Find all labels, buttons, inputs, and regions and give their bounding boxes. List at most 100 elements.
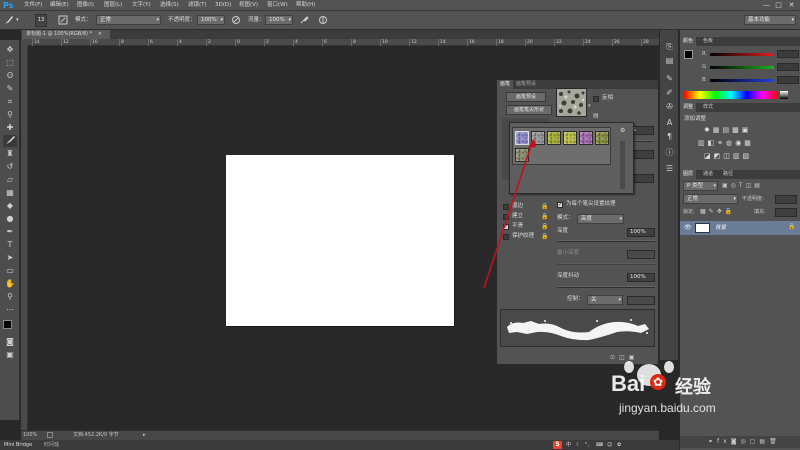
actions-panel-icon[interactable]: ▤ xyxy=(664,56,675,66)
pattern-swatch[interactable] xyxy=(595,131,609,145)
layer-kind-filter[interactable]: P 类型 ▾ xyxy=(683,181,718,191)
control-select[interactable]: 关 ▾ xyxy=(587,295,623,305)
menu-help[interactable]: 帮助(H) xyxy=(296,0,315,11)
menu-filter[interactable]: 滤镜(T) xyxy=(188,0,207,11)
adjust-icons-row-3[interactable]: ◪◩◫▥▧ xyxy=(704,152,784,160)
brush-presets-button[interactable]: 画笔预设 xyxy=(506,92,546,102)
minimize-button[interactable]: — xyxy=(762,1,771,10)
brush-presets-icon[interactable]: ✐ xyxy=(664,88,675,98)
menu-file[interactable]: 文件(F) xyxy=(24,0,42,11)
edit-toolbar-icon[interactable]: ⋯ xyxy=(3,304,17,316)
tab-channels[interactable]: 通道 xyxy=(700,170,716,179)
menu-window[interactable]: 窗口(W) xyxy=(267,0,288,11)
shape-tool-icon[interactable]: ▭ xyxy=(3,265,17,277)
tab-layers[interactable]: 图层 xyxy=(680,170,697,179)
tab-color[interactable]: 颜色 xyxy=(680,37,697,46)
min-depth-slider[interactable] xyxy=(557,263,655,265)
protect-texture-lock-icon[interactable]: 🔒 xyxy=(541,232,548,241)
mode-select[interactable]: 正常 ▾ xyxy=(96,15,161,25)
texture-dropdown-arrow-icon[interactable]: ▾ xyxy=(588,103,591,109)
tab-brush[interactable]: 画笔 xyxy=(497,80,514,89)
pattern-swatch[interactable] xyxy=(563,131,577,145)
depth-jitter-slider[interactable] xyxy=(557,286,655,288)
menu-edit[interactable]: 编辑(E) xyxy=(50,0,69,11)
texture-preview[interactable] xyxy=(556,88,587,117)
channel-input-g[interactable] xyxy=(777,63,799,71)
depth-jitter-input[interactable]: 100% xyxy=(627,273,655,282)
character-panel-icon[interactable]: A xyxy=(664,118,675,128)
history-brush-tool-icon[interactable]: ↺ xyxy=(3,161,17,173)
color-spectrum-bar[interactable] xyxy=(684,91,778,99)
ime-moon-icon[interactable]: ☾ xyxy=(576,440,580,450)
brush-panel-toggle-icon[interactable] xyxy=(58,15,68,25)
workspace-select[interactable]: 基本功能 ▾ xyxy=(744,15,796,25)
crop-tool-icon[interactable]: ⌗ xyxy=(3,96,17,108)
ime-keyboard-icon[interactable]: ⌨ xyxy=(596,440,603,450)
airbrush-icon[interactable] xyxy=(299,15,309,25)
channel-input-r[interactable] xyxy=(777,50,799,58)
flow-input[interactable]: 100% ▾ xyxy=(265,15,293,25)
brush-tool-selected-icon[interactable] xyxy=(3,135,17,147)
pen-tool-icon[interactable]: ✒ xyxy=(3,226,17,238)
dodge-tool-icon[interactable]: ● xyxy=(3,213,17,225)
pattern-swatch[interactable] xyxy=(579,131,593,145)
status-menu-arrow-icon[interactable]: ▸ xyxy=(143,431,146,440)
channel-slider-g[interactable] xyxy=(710,66,774,69)
min-depth-input[interactable] xyxy=(627,250,655,259)
status-icon[interactable] xyxy=(47,432,53,438)
grayscale-ramp[interactable] xyxy=(780,91,788,99)
channel-slider-r[interactable] xyxy=(710,53,774,56)
pressure-size-icon[interactable] xyxy=(318,15,328,25)
opacity-input[interactable]: 100% ▾ xyxy=(197,15,225,25)
info-panel-icon[interactable]: ⓘ xyxy=(664,148,675,158)
quick-select-tool-icon[interactable]: ✎ xyxy=(3,83,17,95)
eraser-tool-icon[interactable]: ▱ xyxy=(3,174,17,186)
tab-styles[interactable]: 样式 xyxy=(700,103,716,112)
document-tab-close-icon[interactable]: × xyxy=(98,31,102,37)
layer-fill-input[interactable] xyxy=(775,208,797,217)
wet-edges-lock-icon[interactable]: 🔒 xyxy=(541,202,548,211)
channel-input-b[interactable] xyxy=(777,76,799,84)
history-panel-icon[interactable]: ⎘ xyxy=(664,42,675,52)
layer-name[interactable]: 背景 xyxy=(715,223,726,233)
tab-brush-presets[interactable]: 画笔预设 xyxy=(513,80,539,89)
zoom-tool-icon[interactable]: ⚲ xyxy=(3,291,17,303)
menu-image[interactable]: 图像(I) xyxy=(77,0,94,11)
tab-paths[interactable]: 路径 xyxy=(720,170,736,179)
type-tool-icon[interactable]: T xyxy=(3,239,17,251)
layer-blend-select[interactable]: 正常 ▾ xyxy=(683,194,738,204)
move-tool-icon[interactable]: ✥ xyxy=(3,44,17,56)
ime-user-icon[interactable]: ☺ xyxy=(607,440,612,450)
adjust-icons-row-2[interactable]: ▥◧⚭◍◉▦ xyxy=(698,139,788,147)
menu-layer[interactable]: 图层(L) xyxy=(104,0,122,11)
menu-type[interactable]: 文字(Y) xyxy=(132,0,151,11)
close-button[interactable]: ✕ xyxy=(787,1,796,10)
tab-timeline[interactable]: 时间轴 xyxy=(44,440,59,450)
pattern-picker-scrollbar[interactable] xyxy=(620,141,625,189)
document-canvas[interactable] xyxy=(226,155,454,326)
menu-3d[interactable]: 3D(D) xyxy=(215,0,231,11)
pattern-picker-menu-icon[interactable]: ⚙ xyxy=(620,127,625,134)
layers-footer-icons[interactable]: ⚭fx◙◎▢▤🗑 xyxy=(680,436,800,448)
blur-tool-icon[interactable]: ◆ xyxy=(3,200,17,212)
layer-filter-icons[interactable]: ▣◎T◫▤ xyxy=(722,181,792,191)
ruler-origin[interactable] xyxy=(21,39,28,46)
tab-mini-bridge[interactable]: Mini Bridge xyxy=(4,440,32,450)
tab-adjustments[interactable]: 调整 xyxy=(680,103,697,112)
healing-tool-icon[interactable]: ✚ xyxy=(3,122,17,134)
hand-tool-icon[interactable]: ✋ xyxy=(3,278,17,290)
build-up-lock-icon[interactable]: 🔒 xyxy=(541,212,548,221)
gradient-tool-icon[interactable]: ▦ xyxy=(3,187,17,199)
layer-row-background[interactable]: 👁 背景 🔒 xyxy=(680,221,800,235)
color-fg-swatch[interactable] xyxy=(684,50,693,59)
smoothing-lock-icon[interactable]: 🔒 xyxy=(541,222,548,231)
control-amount-input[interactable] xyxy=(627,296,655,305)
menu-view[interactable]: 视图(V) xyxy=(239,0,258,11)
clone-source-icon[interactable]: ✇ xyxy=(664,102,675,112)
maximize-button[interactable]: □ xyxy=(774,1,783,10)
document-tab[interactable]: 未标题-1 @ 100%(RGB/8) * × xyxy=(22,30,110,39)
clone-stamp-tool-icon[interactable]: ♜ xyxy=(3,148,17,160)
pressure-opacity-icon[interactable] xyxy=(231,15,241,25)
menu-select[interactable]: 选择(S) xyxy=(160,0,179,11)
ime-skin-icon[interactable]: ✿ xyxy=(617,440,621,450)
